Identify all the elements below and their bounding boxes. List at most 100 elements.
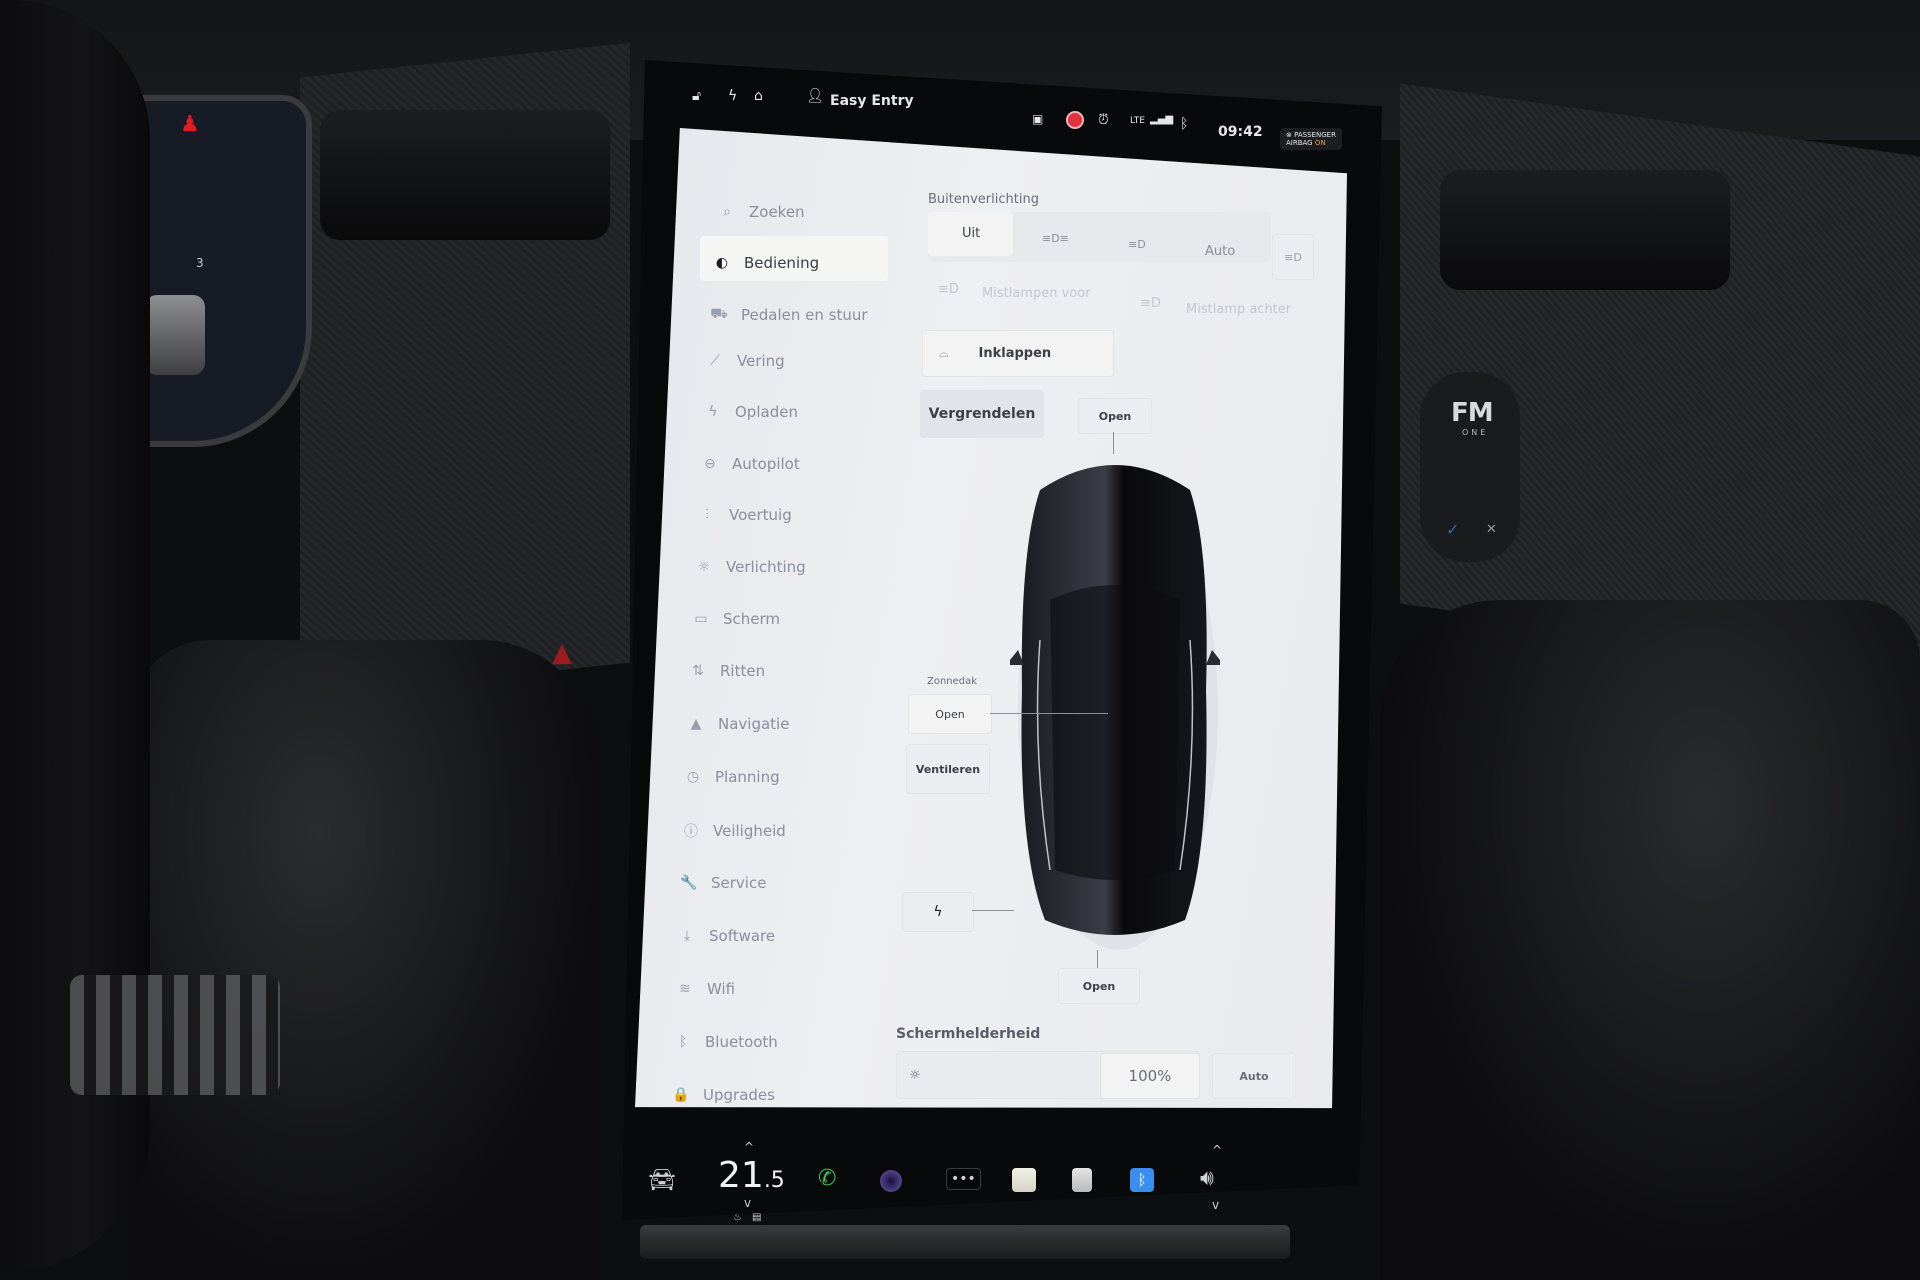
sidebar-item-label: Pedalen en stuur <box>741 306 868 324</box>
fog-rear-icon: ≡D <box>1140 296 1161 311</box>
sunroof-label: Zonnedak <box>927 676 978 687</box>
sidebar-item-navigatie[interactable]: ▲ Navigatie <box>686 715 790 733</box>
trunk-open-button[interactable]: Open <box>1058 968 1140 1004</box>
sidebar-item-vering[interactable]: ⟋ Vering <box>705 352 785 370</box>
volume-down-chevron[interactable]: v <box>1212 1198 1219 1212</box>
charge-icon[interactable]: ϟ <box>728 88 737 104</box>
unlock-icon[interactable]: 🔓︎ <box>692 88 701 104</box>
fog-rear-toggle[interactable]: Mistlamp achter <box>1186 302 1291 317</box>
signal-icon: ▂▄▆ <box>1150 114 1174 125</box>
lights-option-off[interactable]: Uit <box>962 226 980 241</box>
volume-up-chevron[interactable]: ^ <box>1212 1143 1222 1157</box>
fm-close-icon[interactable]: ✕ <box>1486 522 1497 537</box>
phone-icon[interactable]: ✆ <box>818 1166 836 1191</box>
sidebar-item-label: Planning <box>715 768 780 786</box>
sidebar-item-label: Verlichting <box>726 558 806 576</box>
sidebar-item-label: Wifi <box>707 980 736 998</box>
temp-down-chevron[interactable]: v <box>744 1196 751 1210</box>
profile-name[interactable]: Easy Entry <box>830 93 914 109</box>
profile-icon[interactable]: 👤︎ <box>806 88 824 104</box>
fm-check-icon[interactable]: ✓ <box>1446 520 1459 539</box>
suspension-icon: ⟋ <box>710 353 720 369</box>
air-vent-left <box>320 110 610 240</box>
sidebar-item-label: Ritten <box>720 662 766 680</box>
fold-mirrors-button[interactable]: ⌓ Inklappen <box>922 330 1114 377</box>
sidebar-item-bluetooth[interactable]: ᛒ Bluetooth <box>673 1033 778 1051</box>
sidebar-item-label: Vering <box>737 352 785 370</box>
sidebar-item-label: Service <box>711 874 767 892</box>
lock-button[interactable]: Vergrendelen <box>920 390 1044 438</box>
sidebar-item-label: Bediening <box>744 254 820 272</box>
lights-option-auto[interactable]: Auto <box>1205 244 1235 259</box>
air-vent-right <box>1440 170 1730 290</box>
rear-defrost-icon[interactable]: ▤ <box>752 1212 761 1223</box>
charge-port-button[interactable]: ϟ <box>902 892 974 932</box>
sidebar-item-software[interactable]: ⤓ Software <box>677 927 775 945</box>
front-defrost-icon[interactable]: ♨︎ <box>733 1212 742 1223</box>
steering-wheel-icon: ⊖ <box>704 456 716 472</box>
high-beam-button[interactable]: ≡D <box>1272 234 1314 280</box>
sidebar-item-autopilot[interactable]: ⊖ Autopilot <box>700 455 800 473</box>
sidebar-item-ritten[interactable]: ⇅ Ritten <box>688 662 765 680</box>
dashcam-icon[interactable]: ▣ <box>1032 112 1043 126</box>
display-bottom-trim <box>640 1225 1290 1259</box>
temp-up-chevron[interactable]: ^ <box>744 1140 754 1154</box>
exterior-lights-title: Buitenverlichting <box>928 192 1039 207</box>
bolt-icon: ϟ <box>708 404 718 420</box>
sidebar-item-upgrades[interactable]: 🔒 Upgrades <box>671 1086 775 1104</box>
brightness-value: 100% <box>1100 1053 1200 1099</box>
sidebar-item-verlichting[interactable]: ☼ Verlichting <box>694 558 806 576</box>
sidebar-item-voertuig[interactable]: ⫶ Voertuig <box>697 506 792 524</box>
bluetooth-app-icon[interactable]: ᛒ <box>1130 1168 1154 1192</box>
camera-icon[interactable] <box>880 1170 902 1192</box>
bluetooth-icon: ᛒ <box>678 1034 688 1050</box>
sidebar-item-opladen[interactable]: ϟ Opladen <box>703 403 798 421</box>
sunroof-leader-line <box>990 713 1108 714</box>
brightness-icon: ☼ <box>909 1067 921 1083</box>
high-beam-icon: ≡D <box>1284 250 1302 264</box>
download-icon: ⤓ <box>683 928 691 944</box>
cabin-temperature[interactable]: 21.5 <box>718 1155 785 1196</box>
sidebar-item-wifi[interactable]: ≋ Wifi <box>675 980 735 998</box>
sidebar-item-label: Upgrades <box>703 1086 775 1104</box>
sidebar-item-label: Scherm <box>723 610 781 628</box>
record-icon[interactable] <box>1068 113 1082 127</box>
glass-roof <box>1050 585 1180 880</box>
charge-port-icon: ϟ <box>933 904 943 920</box>
sidebar-item-veiligheid[interactable]: ⓘ Veiligheid <box>681 821 786 841</box>
calendar-icon[interactable] <box>1012 1168 1036 1192</box>
lights-option-low-beam[interactable]: ≡D <box>1128 238 1146 251</box>
fog-front-toggle[interactable]: Mistlampen voor <box>982 286 1091 301</box>
sunroof-vent-button[interactable]: Ventileren <box>906 744 990 794</box>
navigation-icon: ▲ <box>690 716 702 732</box>
hazard-icon[interactable]: ▲ <box>552 638 572 668</box>
lights-option-parking[interactable]: ≡D≡ <box>1042 232 1069 245</box>
sunroof-open-button[interactable]: Open <box>908 694 992 734</box>
sidebar-item-label: Autopilot <box>732 455 800 473</box>
sidebar-item-bediening[interactable]: ◐ Bediening <box>712 254 819 272</box>
sidebar-item-service[interactable]: 🔧 Service <box>679 874 766 892</box>
frunk-open-button[interactable]: Open <box>1078 398 1152 434</box>
footrest <box>70 975 280 1095</box>
sidebar-item-zoeken[interactable]: ⌕ Zoeken <box>717 203 805 221</box>
brightness-title: Schermhelderheid <box>896 1026 1041 1042</box>
driver-seat <box>130 640 600 1280</box>
more-apps-icon[interactable]: ••• <box>946 1168 981 1190</box>
volume-icon[interactable]: 🔊︎ <box>1200 1166 1214 1191</box>
brightness-auto-button[interactable]: Auto <box>1212 1053 1296 1099</box>
passenger-airbag-indicator: ⊗ PASSENGER AIRBAG ON <box>1280 128 1342 150</box>
sidebar-item-scherm[interactable]: ▭ Scherm <box>691 610 780 628</box>
sidebar-item-pedalen-en-stuur[interactable]: ⛟ Pedalen en stuur <box>709 306 868 324</box>
alarm-icon[interactable]: ⏰︎ <box>1098 112 1109 128</box>
bluetooth-status-icon[interactable]: ᛒ <box>1180 116 1188 132</box>
homelink-icon[interactable]: ⌂ <box>754 88 763 104</box>
car-icon[interactable]: 🚘︎ <box>648 1168 676 1193</box>
sidebar-item-planning[interactable]: ◷ Planning <box>683 768 780 786</box>
charge-port-leader-line <box>972 910 1014 911</box>
trips-icon: ⇅ <box>692 663 704 679</box>
manual-icon[interactable] <box>1072 1168 1092 1192</box>
sun-icon: ☼ <box>697 559 711 575</box>
fm-sub-label: ONE <box>1462 428 1489 437</box>
wifi-icon: ≋ <box>679 981 691 997</box>
sidebar-item-label: Veiligheid <box>713 822 786 840</box>
